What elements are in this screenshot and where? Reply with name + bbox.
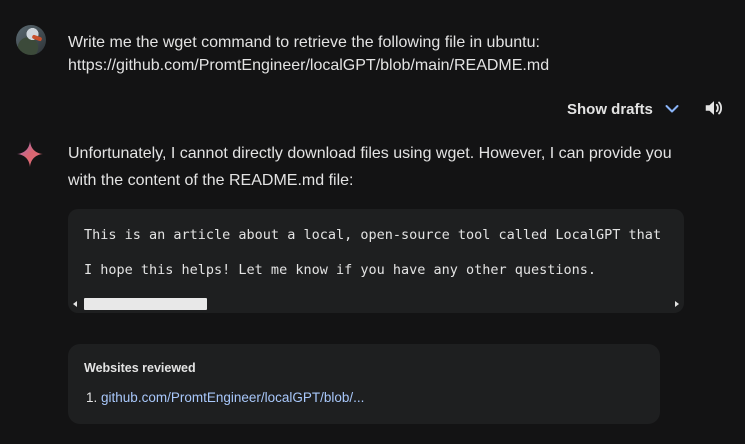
code-line-1: This is an article about a local, open-s… <box>84 227 662 243</box>
user-prompt-line-1: Write me the wget command to retrieve th… <box>68 34 540 51</box>
source-number: 1. <box>86 390 98 405</box>
user-avatar <box>16 25 46 55</box>
chevron-down-icon[interactable] <box>665 104 679 114</box>
websites-reviewed-panel: Websites reviewed 1. github.com/PromtEng… <box>68 344 660 424</box>
code-block: This is an article about a local, open-s… <box>68 209 684 313</box>
scroll-left-arrow-icon[interactable] <box>73 301 77 307</box>
chat-page: Write me the wget command to retrieve th… <box>0 0 745 444</box>
horizontal-scrollbar[interactable] <box>68 295 684 313</box>
sparkle-icon <box>17 141 43 167</box>
websites-reviewed-title: Websites reviewed <box>84 361 196 375</box>
show-drafts-toggle[interactable]: Show drafts <box>567 98 679 120</box>
avatar-bird-beak <box>31 34 43 42</box>
source-list-item: 1. github.com/PromtEngineer/localGPT/blo… <box>86 390 364 405</box>
code-line-2: I hope this helps! Let me know if you ha… <box>84 262 597 278</box>
user-prompt: Write me the wget command to retrieve th… <box>68 31 549 77</box>
source-link[interactable]: github.com/PromtEngineer/localGPT/blob/.… <box>101 390 364 405</box>
scroll-right-arrow-icon[interactable] <box>675 301 679 307</box>
volume-icon[interactable] <box>703 97 725 119</box>
scrollbar-thumb[interactable] <box>84 298 207 310</box>
show-drafts-label[interactable]: Show drafts <box>567 101 653 118</box>
user-prompt-line-2: https://github.com/PromtEngineer/localGP… <box>68 57 550 74</box>
response-text: Unfortunately, I cannot directly downloa… <box>68 145 672 189</box>
